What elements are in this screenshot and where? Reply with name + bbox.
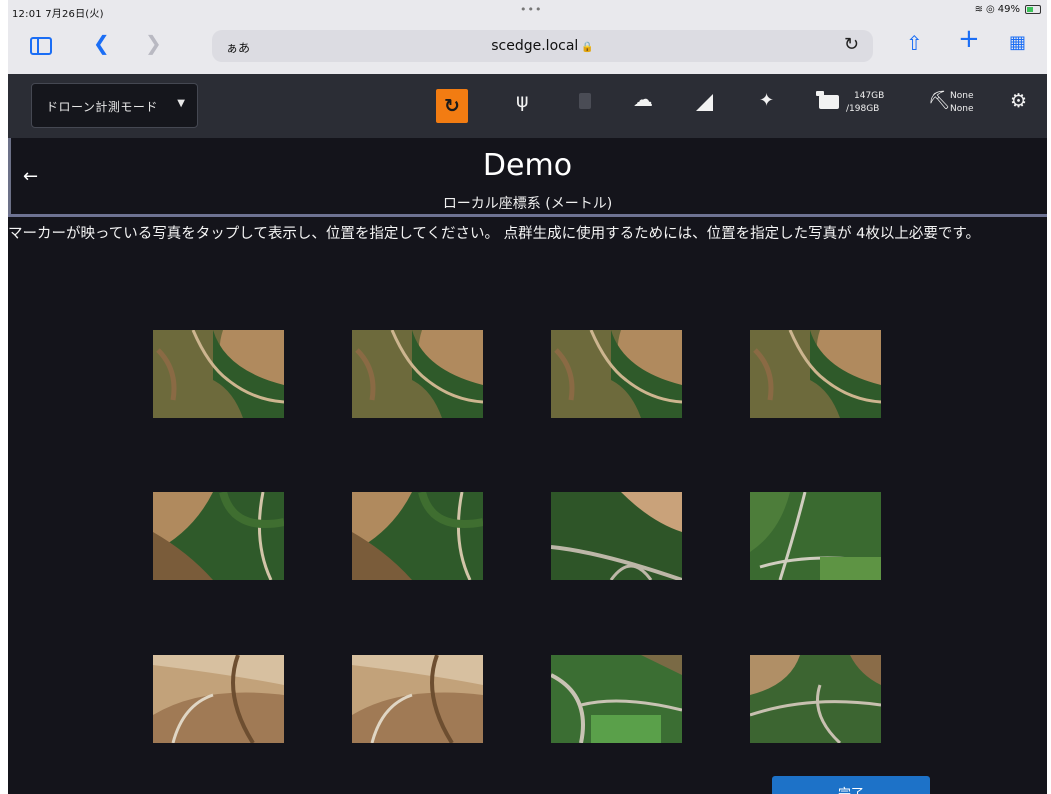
alert-sync-icon[interactable]: ↻ (436, 89, 468, 123)
photo-thumbnail[interactable] (153, 330, 284, 418)
aerial-photo (750, 492, 881, 580)
folder-icon[interactable] (816, 91, 839, 109)
photo-thumbnail[interactable] (750, 330, 881, 418)
multitask-dots-icon[interactable]: ••• (520, 3, 542, 16)
share-icon[interactable]: ⇧ (906, 33, 923, 53)
app-frame: 12:01 7月26日(火) ••• ≋ ◎ 49% ❮ ❯ ぁあ scedge… (8, 0, 1047, 794)
sd-card-icon[interactable] (579, 93, 591, 109)
sidebar-icon[interactable] (30, 37, 52, 55)
aerial-photo (750, 655, 881, 743)
url-text: scedge.local (491, 38, 579, 54)
power-info: None None (950, 90, 973, 116)
aerial-photo (153, 330, 284, 418)
status-bar: 12:01 7月26日(火) ••• ≋ ◎ 49% (8, 0, 1047, 20)
page-subtitle: ローカル座標系 (メートル) (442, 196, 613, 212)
address-bar[interactable]: ぁあ scedge.local 🔒 ↻ (212, 30, 873, 62)
photo-thumbnail[interactable] (352, 655, 483, 743)
usb-icon[interactable]: ψ (516, 90, 529, 112)
lock-icon: 🔒 (581, 42, 594, 53)
photo-grid (153, 330, 883, 745)
photo-thumbnail[interactable] (551, 330, 682, 418)
orientation-lock-icon: ◎ (986, 4, 995, 15)
app-header: ドローン計測モード ▼ ↻ ψ ☁ ✦ 147GB /198GB ⛏ None … (8, 74, 1047, 138)
aerial-photo (352, 330, 483, 418)
cloud-icon[interactable]: ☁ (633, 87, 653, 111)
power-line-2: None (950, 104, 974, 114)
reload-icon[interactable]: ↻ (844, 34, 859, 55)
photo-thumbnail[interactable] (551, 492, 682, 580)
status-right: ≋ ◎ 49% (975, 4, 1041, 15)
gear-icon[interactable]: ⚙ (1010, 90, 1027, 112)
chevron-right-icon[interactable]: ❯ (145, 33, 162, 53)
status-time: 12:01 7月26日(火) (12, 9, 104, 20)
plus-icon[interactable]: + (958, 26, 980, 52)
photo-thumbnail[interactable] (750, 492, 881, 580)
signal-icon[interactable] (696, 94, 713, 111)
aerial-photo (153, 492, 284, 580)
storage-total: /198GB (846, 104, 880, 114)
aerial-photo (750, 330, 881, 418)
photo-thumbnail[interactable] (352, 492, 483, 580)
storage-info: 147GB /198GB (846, 90, 884, 116)
aerial-photo (551, 492, 682, 580)
plug-icon[interactable]: ⛏ (928, 90, 951, 111)
battery-icon (1025, 5, 1041, 14)
tabs-grid-icon[interactable]: ▦ (1009, 33, 1026, 53)
aerial-photo (352, 492, 483, 580)
wifi-icon: ≋ (974, 4, 984, 15)
storage-used: 147GB (854, 91, 885, 101)
page-title: Demo (482, 148, 573, 183)
photo-thumbnail[interactable] (750, 655, 881, 743)
mode-label: ドローン計測モード (46, 100, 158, 114)
instruction-text: マーカーが映っている写真をタップして表示し、位置を指定してください。 点群生成に… (8, 226, 980, 242)
mode-dropdown[interactable]: ドローン計測モード ▼ (31, 83, 198, 128)
title-divider (8, 214, 1047, 217)
aerial-photo (551, 330, 682, 418)
aerial-photo (551, 655, 682, 743)
photo-thumbnail[interactable] (153, 655, 284, 743)
browser-chrome: 12:01 7月26日(火) ••• ≋ ◎ 49% ❮ ❯ ぁあ scedge… (8, 0, 1047, 74)
aerial-photo (153, 655, 284, 743)
photo-thumbnail[interactable] (551, 655, 682, 743)
photo-thumbnail[interactable] (352, 330, 483, 418)
url-text-wrap: scedge.local 🔒 (212, 38, 873, 54)
chevron-left-icon[interactable]: ❮ (93, 33, 110, 53)
satellite-icon[interactable]: ✦ (759, 90, 774, 111)
caret-down-icon: ▼ (177, 98, 185, 109)
power-line-1: None (950, 91, 974, 101)
done-button[interactable]: 完了 (772, 776, 930, 794)
battery-percent: 49% (997, 4, 1020, 15)
title-bar: ← Demo ローカル座標系 (メートル) (8, 138, 1047, 215)
aerial-photo (352, 655, 483, 743)
photo-thumbnail[interactable] (153, 492, 284, 580)
